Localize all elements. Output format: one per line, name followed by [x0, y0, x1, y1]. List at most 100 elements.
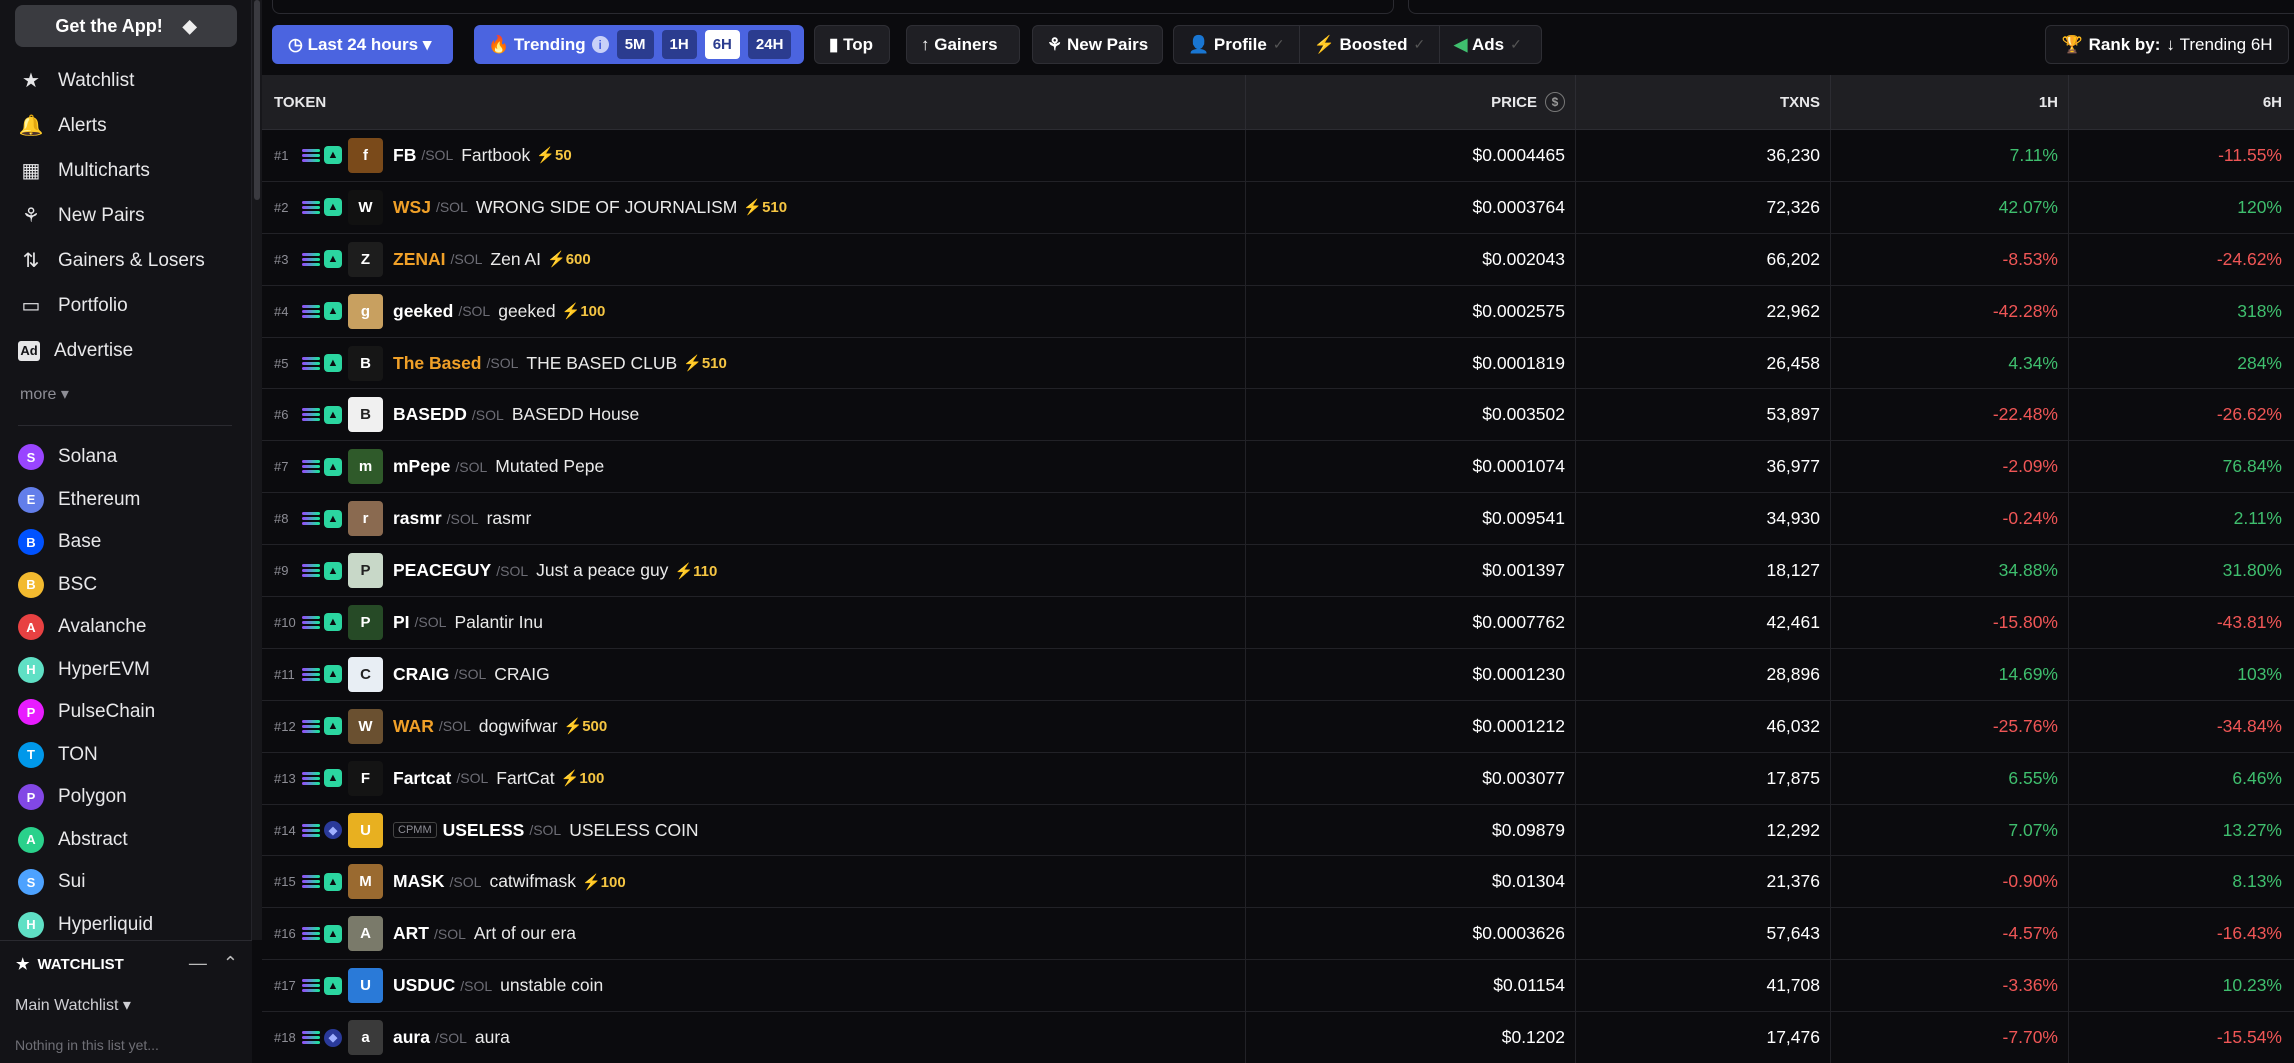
- token-cell[interactable]: #12 ▲ W WAR/SOL dogwifwar ⚡500: [262, 700, 1246, 752]
- token-cell[interactable]: #4 ▲ g geeked/SOL geeked ⚡100: [262, 285, 1246, 337]
- watchlist-select[interactable]: Main Watchlist ▾: [15, 995, 131, 1015]
- watchlist-main-label: Main Watchlist: [15, 997, 119, 1014]
- sidebar-item-alerts[interactable]: 🔔 Alerts: [0, 103, 252, 148]
- chain-item-polygon[interactable]: P Polygon: [0, 776, 252, 819]
- solana-icon: [302, 458, 320, 476]
- chain-item-ethereum[interactable]: E Ethereum: [0, 479, 252, 522]
- new-pairs-button[interactable]: ⚘ New Pairs: [1032, 25, 1163, 64]
- table-row[interactable]: #3 ▲ Z ZENAI/SOL Zen AI ⚡600 $0.002043 66,202 -8…: [262, 233, 2294, 286]
- token-cell[interactable]: #7 ▲ m mPepe/SOL Mutated Pepe: [262, 441, 1246, 493]
- table-row[interactable]: #8 ▲ r rasmr/SOL rasmr $0.009541 34,930 -0.24% 2…: [262, 493, 2294, 546]
- token-name: Palantir Inu: [454, 611, 543, 632]
- chain-item-abstract[interactable]: A Abstract: [0, 819, 252, 862]
- sidebar-item-watchlist[interactable]: ★ Watchlist: [0, 58, 252, 103]
- sidebar-item-gainers-losers[interactable]: ⇅ Gainers & Losers: [0, 238, 252, 283]
- chain-item-avalanche[interactable]: A Avalanche: [0, 606, 252, 649]
- token-cell[interactable]: #9 ▲ P PEACEGUY/SOL Just a peace guy ⚡110: [262, 545, 1246, 597]
- token-avatar: A: [348, 916, 383, 952]
- dex-icon: ▲: [324, 717, 342, 736]
- token-cell[interactable]: #5 ▲ B The Based/SOL THE BASED CLUB ⚡510: [262, 337, 1246, 389]
- token-cell[interactable]: #1 ▲ f FB/SOL Fartbook ⚡50: [262, 130, 1246, 181]
- top-button[interactable]: ▮ Top: [814, 25, 890, 64]
- token-cell[interactable]: #6 ▲ B BASEDD/SOL BASEDD House: [262, 389, 1246, 441]
- col-6h[interactable]: 6H: [2069, 75, 2294, 130]
- solana-icon: S: [18, 444, 44, 471]
- token-cell[interactable]: #16 ▲ A ART/SOL Art of our era: [262, 908, 1246, 960]
- get-app-button[interactable]: Get the App! ◆: [15, 5, 237, 47]
- chain-item-base[interactable]: B Base: [0, 521, 252, 564]
- table-row[interactable]: #5 ▲ B The Based/SOL THE BASED CLUB ⚡510 $0.00…: [262, 337, 2294, 390]
- table-row[interactable]: #14 ◆ U CPMM USELESS/SOL USELESS COIN $0.09879…: [262, 804, 2294, 857]
- chain-item-hyperevm[interactable]: H HyperEVM: [0, 649, 252, 692]
- price-cell: $0.002043: [1246, 233, 1576, 285]
- trending-button[interactable]: 🔥 Trending i 5M 1H 6H 24H: [474, 25, 804, 64]
- table-row[interactable]: #6 ▲ B BASEDD/SOL BASEDD House $0.003502 53,89…: [262, 389, 2294, 442]
- token-cell[interactable]: #10 ▲ P PI/SOL Palantir Inu: [262, 597, 1246, 648]
- table-row[interactable]: #17 ▲ U USDUC/SOL unstable coin $0.01154 41,70…: [262, 960, 2294, 1013]
- segment-5m[interactable]: 5M: [616, 30, 654, 59]
- table-row[interactable]: #15 ▲ M MASK/SOL catwifmask ⚡100 $0.01304 21,37…: [262, 856, 2294, 909]
- txns-cell: 72,326: [1576, 181, 1831, 233]
- sidebar-item-advertise[interactable]: Ad Advertise: [0, 328, 252, 373]
- segment-1h[interactable]: 1H: [661, 30, 697, 59]
- token-cell[interactable]: #17 ▲ U USDUC/SOL unstable coin: [262, 960, 1246, 1012]
- token-cell[interactable]: #11 ▲ C CRAIG/SOL CRAIG: [262, 648, 1246, 700]
- chain-item-solana[interactable]: S Solana: [0, 436, 252, 479]
- rank-by-button[interactable]: 🏆 Rank by: ↓ Trending 6H: [2045, 25, 2289, 64]
- col-token[interactable]: TOKEN: [262, 74, 1246, 130]
- sidebar-item-portfolio[interactable]: ▭ Portfolio: [0, 283, 252, 328]
- chain-item-bsc[interactable]: B BSC: [0, 564, 252, 607]
- token-table: TOKEN PRICE $ TXNS 1H 6H #1 ▲ f FB/SOL Fartb…: [262, 74, 2294, 1063]
- profile-filter[interactable]: 👤 Profile ✓: [1174, 26, 1300, 63]
- token-cell[interactable]: #15 ▲ M MASK/SOL catwifmask ⚡100: [262, 856, 1246, 908]
- col-txns[interactable]: TXNS: [1576, 74, 1831, 130]
- boosted-filter[interactable]: ⚡ Boosted ✓: [1300, 26, 1441, 63]
- col-price[interactable]: PRICE $: [1246, 74, 1576, 130]
- sidebar-item-new-pairs[interactable]: ⚘ New Pairs: [0, 193, 252, 238]
- table-row[interactable]: #13 ▲ F Fartcat/SOL FartCat ⚡100 $0.003077 17,8…: [262, 752, 2294, 805]
- sidebar-item-multicharts[interactable]: ▦ Multicharts: [0, 148, 252, 193]
- segment-24h[interactable]: 24H: [747, 30, 792, 59]
- token-cell[interactable]: #14 ◆ U CPMM USELESS/SOL USELESS COIN: [262, 804, 1246, 856]
- table-row[interactable]: #11 ▲ C CRAIG/SOL CRAIG $0.0001230 28,896 14.69…: [262, 648, 2294, 701]
- chevrons-up-icon[interactable]: ⌃: [223, 953, 238, 974]
- boost-badge: ⚡100: [562, 302, 606, 320]
- col-1h[interactable]: 1H: [1831, 74, 2069, 130]
- sidebar-scroll-thumb[interactable]: [254, 0, 260, 200]
- chain-label: Solana: [58, 446, 118, 468]
- collapse-icon[interactable]: —: [189, 953, 207, 974]
- chain-item-pulsechain[interactable]: P PulseChain: [0, 691, 252, 734]
- txns-cell: 17,875: [1576, 752, 1831, 804]
- dex-icon: ▲: [324, 665, 342, 684]
- table-row[interactable]: #2 ▲ W WSJ/SOL WRONG SIDE OF JOURNALISM ⚡510 $…: [262, 181, 2294, 234]
- table-row[interactable]: #16 ▲ A ART/SOL Art of our era $0.0003626 57,6…: [262, 908, 2294, 961]
- gainers-button[interactable]: ↑ Gainers: [906, 25, 1020, 64]
- chain-item-ton[interactable]: T TON: [0, 734, 252, 777]
- more-toggle[interactable]: more ▾: [20, 384, 69, 404]
- profile-label: Profile: [1213, 34, 1267, 54]
- token-cell[interactable]: #18 ◆ a aura/SOL aura: [262, 1012, 1246, 1063]
- table-row[interactable]: #7 ▲ m mPepe/SOL Mutated Pepe $0.0001074 36,97…: [262, 441, 2294, 494]
- table-row[interactable]: #18 ◆ a aura/SOL aura $0.1202 17,476 -7.70% -15.…: [262, 1012, 2294, 1063]
- quote-label: /SOL: [435, 199, 468, 216]
- ads-filter[interactable]: ◀ Ads ✓: [1440, 26, 1536, 63]
- table-row[interactable]: #4 ▲ g geeked/SOL geeked ⚡100 $0.0002575 22,962…: [262, 285, 2294, 338]
- quote-label: /SOL: [471, 406, 504, 423]
- dollar-icon[interactable]: $: [1545, 92, 1565, 112]
- price-cell: $0.01304: [1246, 856, 1576, 908]
- token-cell[interactable]: #13 ▲ F Fartcat/SOL FartCat ⚡100: [262, 752, 1246, 804]
- table-row[interactable]: #1 ▲ f FB/SOL Fartbook ⚡50 $0.0004465 36,230 7.1…: [262, 130, 2294, 182]
- time-range-button[interactable]: ◷ Last 24 hours ▾: [272, 25, 453, 64]
- token-avatar: r: [348, 501, 383, 537]
- table-row[interactable]: #12 ▲ W WAR/SOL dogwifwar ⚡500 $0.0001212 46,03…: [262, 700, 2294, 753]
- token-cell[interactable]: #3 ▲ Z ZENAI/SOL Zen AI ⚡600: [262, 233, 1246, 285]
- segment-6h[interactable]: 6H: [704, 30, 740, 59]
- info-icon[interactable]: i: [591, 36, 609, 53]
- token-cell[interactable]: #2 ▲ W WSJ/SOL WRONG SIDE OF JOURNALISM ⚡510: [262, 181, 1246, 233]
- token-cell[interactable]: #8 ▲ r rasmr/SOL rasmr: [262, 493, 1246, 545]
- token-symbol: USDUC: [393, 975, 456, 996]
- arrow-down-icon: ↓: [2166, 34, 2175, 54]
- table-row[interactable]: #10 ▲ P PI/SOL Palantir Inu $0.0007762 42,461-…: [262, 597, 2294, 649]
- table-row[interactable]: #9 ▲ P PEACEGUY/SOL Just a peace guy ⚡110 $0.0…: [262, 545, 2294, 598]
- chain-item-sui[interactable]: S Sui: [0, 861, 252, 904]
